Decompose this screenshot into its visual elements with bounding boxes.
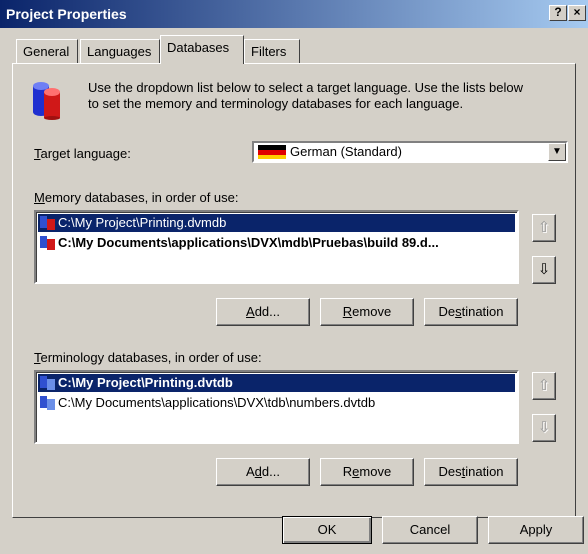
terminology-add-button[interactable]: Add...: [216, 458, 310, 486]
target-language-select[interactable]: German (Standard) ▼: [252, 141, 568, 163]
memory-databases-list[interactable]: C:\My Project\Printing.dvmdb C:\My Docum…: [34, 210, 519, 284]
terminology-db-item[interactable]: C:\My Project\Printing.dvtdb: [38, 374, 515, 392]
terminology-database-icon: [40, 396, 55, 410]
memory-databases-label: Memory databases, in order of use:: [34, 190, 239, 205]
terminology-move-up-button[interactable]: ⇧: [532, 372, 556, 400]
memory-move-up-button[interactable]: ⇧: [532, 214, 556, 242]
apply-button[interactable]: Apply: [488, 516, 584, 544]
tab-filters[interactable]: Filters: [244, 39, 300, 63]
memory-db-item[interactable]: C:\My Project\Printing.dvmdb: [38, 214, 515, 232]
databases-panel: [12, 63, 576, 518]
project-properties-dialog: Project Properties ? × General Languages…: [0, 0, 588, 554]
help-button[interactable]: ?: [549, 5, 567, 21]
tab-languages[interactable]: Languages: [80, 39, 160, 63]
terminology-db-item[interactable]: C:\My Documents\applications\DVX\tdb\num…: [38, 394, 515, 412]
intro-text-line2: to set the memory and terminology databa…: [88, 96, 464, 111]
title-bar[interactable]: Project Properties ? ×: [0, 0, 588, 28]
memory-remove-button[interactable]: Remove: [320, 298, 414, 326]
cancel-button[interactable]: Cancel: [382, 516, 478, 544]
terminology-database-icon: [40, 376, 55, 390]
tab-general[interactable]: General: [16, 39, 78, 63]
dropdown-arrow-icon[interactable]: ▼: [548, 143, 566, 161]
database-icon: [33, 82, 60, 120]
ok-button[interactable]: OK: [282, 516, 372, 544]
close-button[interactable]: ×: [568, 5, 586, 21]
terminology-databases-list[interactable]: C:\My Project\Printing.dvtdb C:\My Docum…: [34, 370, 519, 444]
terminology-databases-label: Terminology databases, in order of use:: [34, 350, 262, 365]
german-flag-icon: [258, 145, 286, 159]
intro-text-line1: Use the dropdown list below to select a …: [88, 80, 524, 95]
target-language-label: Target language:: [34, 146, 131, 161]
memory-move-down-button[interactable]: ⇩: [532, 256, 556, 284]
memory-database-icon: [40, 236, 55, 250]
terminology-destination-button[interactable]: Destination: [424, 458, 518, 486]
memory-add-button[interactable]: Add...: [216, 298, 310, 326]
window-title: Project Properties: [6, 6, 127, 22]
memory-destination-button[interactable]: Destination: [424, 298, 518, 326]
terminology-move-down-button[interactable]: ⇩: [532, 414, 556, 442]
terminology-remove-button[interactable]: Remove: [320, 458, 414, 486]
memory-database-icon: [40, 216, 55, 230]
tab-databases[interactable]: Databases: [160, 35, 244, 64]
target-language-value: German (Standard): [290, 144, 402, 159]
memory-db-item[interactable]: C:\My Documents\applications\DVX\mdb\Pru…: [38, 234, 515, 252]
